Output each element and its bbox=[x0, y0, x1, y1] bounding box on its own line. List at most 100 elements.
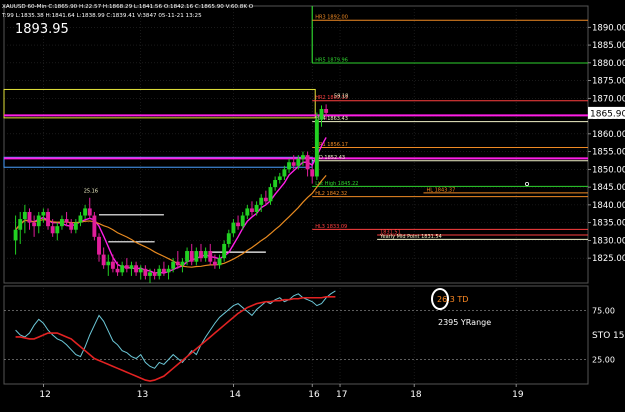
candle-body bbox=[310, 169, 315, 177]
sto-label: STO bbox=[592, 331, 610, 341]
candle-body bbox=[314, 119, 319, 177]
candle-body bbox=[171, 261, 176, 269]
candle-body bbox=[277, 176, 282, 181]
candle-body bbox=[64, 219, 69, 223]
sto-level-label: 75.00 bbox=[592, 307, 615, 316]
candle-body bbox=[41, 211, 46, 216]
candle-body bbox=[157, 268, 162, 276]
time-tick-label: 17 bbox=[336, 390, 347, 400]
candle-body bbox=[291, 162, 296, 166]
time-tick-label: 13 bbox=[137, 390, 148, 400]
candle-body bbox=[13, 229, 18, 241]
candle-body bbox=[175, 261, 180, 266]
candle-body bbox=[259, 197, 264, 205]
pivot-level-label: HL 1843.37 bbox=[426, 187, 455, 193]
candle-body bbox=[83, 208, 88, 216]
candle-body bbox=[194, 251, 199, 262]
candle-body bbox=[73, 222, 78, 230]
candle-body bbox=[18, 219, 23, 230]
candle-body bbox=[27, 211, 32, 223]
td-annotation: 26.3 TD bbox=[437, 295, 468, 304]
candle-body bbox=[134, 265, 139, 273]
current-price-label: 1865.90 bbox=[590, 109, 625, 119]
price-tick-label: 1870.00 bbox=[592, 94, 625, 104]
price-tick-label: 1860.00 bbox=[592, 130, 625, 140]
candle-body bbox=[240, 215, 245, 227]
candle-body bbox=[97, 236, 101, 255]
price-tick-label: 1850.00 bbox=[592, 165, 625, 175]
candle-body bbox=[148, 272, 152, 276]
candle-body bbox=[110, 261, 115, 269]
candle-body bbox=[22, 211, 27, 220]
time-tick-label: 14 bbox=[229, 390, 241, 400]
candle-body bbox=[231, 222, 236, 234]
price-tick-label: 1875.00 bbox=[592, 77, 625, 87]
candle-body bbox=[124, 265, 129, 269]
candle-body bbox=[319, 108, 324, 120]
price-tick-label: 1880.00 bbox=[592, 59, 625, 69]
candle-body bbox=[152, 272, 157, 276]
candle-body bbox=[254, 204, 259, 212]
price-tick-label: 1830.00 bbox=[592, 236, 625, 246]
candle-body bbox=[120, 265, 125, 273]
candle-body bbox=[305, 155, 310, 170]
pivot-level-label: HD 1852.43 bbox=[315, 155, 345, 161]
header-line-2: T:99 L:1835.38 H:1841.64 L:1838.99 C:183… bbox=[1, 13, 202, 19]
price-chart: HR3 1892.00HR5 1879.96HR2 1869.33HR4 186… bbox=[0, 0, 625, 412]
candle-body bbox=[282, 169, 287, 177]
header-line-1: XAUUSD 60-Min C:1865.90 H:22.57 H:1868.2… bbox=[2, 4, 254, 10]
candle-body bbox=[217, 258, 222, 266]
last-price-readout: 1893.95 bbox=[15, 22, 69, 37]
candle-annotation: 25.16 bbox=[84, 188, 98, 194]
price-tick-label: 1845.00 bbox=[592, 183, 625, 193]
candle-annotation: 59.18 bbox=[334, 94, 348, 100]
candle-body bbox=[166, 268, 171, 273]
candle-body bbox=[324, 108, 329, 113]
candle-body bbox=[296, 158, 301, 166]
candle-body bbox=[203, 251, 208, 259]
candle-body bbox=[212, 261, 217, 266]
candle-body bbox=[92, 215, 97, 237]
candle-body bbox=[236, 222, 241, 227]
candle-body bbox=[78, 215, 83, 223]
candle-body bbox=[245, 208, 250, 216]
price-tick-label: 1835.00 bbox=[592, 219, 625, 229]
candle-body bbox=[189, 251, 194, 262]
time-tick-label: 12 bbox=[39, 390, 50, 400]
candle-body bbox=[143, 268, 148, 276]
candle-body bbox=[106, 261, 111, 266]
price-tick-label: 1890.00 bbox=[592, 23, 625, 33]
candle-body bbox=[273, 180, 278, 188]
time-tick-label: 19 bbox=[512, 390, 524, 400]
pivot-level-label: HL3 1833.09 bbox=[315, 224, 347, 230]
candle-body bbox=[301, 155, 305, 159]
yrange-annotation: 2395 YRange bbox=[438, 318, 491, 327]
candle-body bbox=[36, 215, 41, 227]
candle-body bbox=[222, 243, 227, 259]
candle-body bbox=[32, 222, 37, 227]
candle-body bbox=[268, 187, 273, 202]
price-tick-label: 1885.00 bbox=[592, 41, 625, 51]
sto-level-label: 25.00 bbox=[592, 356, 615, 365]
pivot-level-label: HL2 1842.32 bbox=[315, 191, 347, 197]
pivot-level-label: HR3 1892.00 bbox=[315, 15, 348, 21]
sto-value-label: 15. bbox=[613, 331, 625, 341]
candle-body bbox=[287, 162, 291, 170]
candle-body bbox=[263, 197, 268, 202]
candle-body bbox=[101, 254, 106, 266]
candle-body bbox=[138, 268, 143, 273]
candle-body bbox=[250, 208, 254, 212]
time-tick-label: 16 bbox=[308, 390, 320, 400]
candle-body bbox=[55, 226, 60, 234]
candle-body bbox=[50, 226, 55, 234]
candle-body bbox=[185, 251, 190, 262]
time-tick-label: 18 bbox=[410, 390, 422, 400]
candle-body bbox=[69, 222, 74, 230]
price-tick-label: 1825.00 bbox=[592, 254, 625, 264]
candle-body bbox=[87, 208, 92, 216]
pivot-level-label: Yearly Mid Point 1831.54 bbox=[379, 234, 442, 240]
price-tick-label: 1840.00 bbox=[592, 201, 625, 211]
candle-body bbox=[115, 268, 120, 273]
candle-body bbox=[59, 219, 64, 227]
pivot-level-label: HR5 1879.96 bbox=[315, 57, 348, 63]
